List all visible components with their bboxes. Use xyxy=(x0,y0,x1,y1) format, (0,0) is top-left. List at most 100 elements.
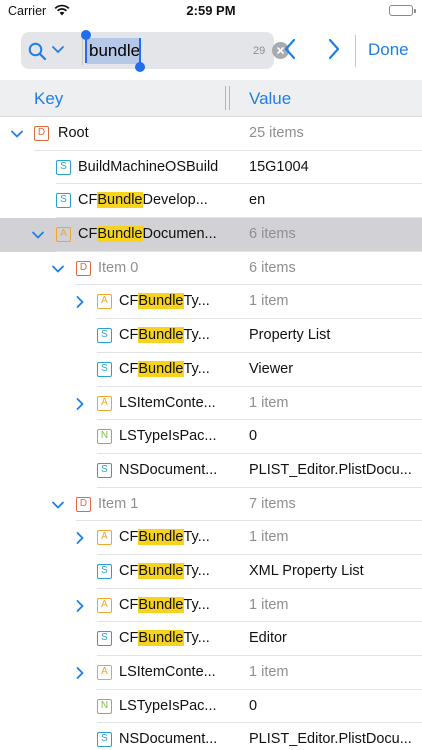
key-text: Item 1 xyxy=(98,495,139,512)
tree-row[interactable]: A CFBundleTy... 1 item xyxy=(0,521,422,555)
key-column-header[interactable]: Key xyxy=(34,89,63,109)
tree-row[interactable]: A CFBundleTy... 1 item xyxy=(0,589,422,623)
row-value: Viewer xyxy=(249,360,294,377)
match-count: 29 xyxy=(253,45,266,57)
row-value: 15G1004 xyxy=(249,158,309,175)
string-type-icon: S xyxy=(97,361,112,377)
tree-row[interactable]: D Item 1 7 items xyxy=(0,488,422,522)
key-text: Ty... xyxy=(183,327,210,344)
number-type-icon: N xyxy=(97,429,112,445)
key-text: Ty... xyxy=(183,529,210,546)
status-bar: Carrier 2:59 PM xyxy=(0,0,422,22)
row-value: 0 xyxy=(249,697,258,714)
row-value: 1 item xyxy=(249,664,289,680)
search-options-chevron-icon[interactable] xyxy=(51,43,65,62)
selection-handle-start[interactable] xyxy=(81,30,91,63)
column-resize-handle[interactable] xyxy=(224,86,232,110)
search-highlight: Bundle xyxy=(138,293,184,310)
search-input[interactable] xyxy=(87,38,141,64)
tree-row[interactable]: S CFBundleTy... XML Property List xyxy=(0,555,422,589)
string-type-icon: S xyxy=(97,328,112,344)
done-button[interactable]: Done xyxy=(368,40,409,60)
tree-row[interactable]: A CFBundleTy... 1 item xyxy=(0,285,422,320)
row-value: 1 item xyxy=(249,394,289,411)
search-field-divider xyxy=(82,36,83,65)
tree-row[interactable]: N LSTypeIsPac... 0 xyxy=(0,690,422,724)
row-value: 6 items xyxy=(249,259,296,276)
row-key: Item 0 xyxy=(98,260,138,276)
array-type-icon: A xyxy=(56,227,71,243)
tree-row[interactable]: D Root 25 items xyxy=(0,117,422,151)
key-text: BuildMachineOSBuild xyxy=(78,158,219,175)
row-value: 0 xyxy=(249,428,258,445)
tree-row[interactable]: A LSItemConte... 1 item xyxy=(0,387,422,421)
row-value: 1 item xyxy=(249,529,289,546)
tree-row[interactable]: A CFBundleDocumen... 6 items xyxy=(0,218,422,252)
row-key: LSItemConte... xyxy=(119,395,216,411)
key-text: Documen... xyxy=(142,226,217,243)
disclosure-chevron-right-icon[interactable] xyxy=(73,531,87,545)
search-highlight: Bundle xyxy=(138,327,184,344)
row-key: CFBundleDevelop... xyxy=(78,192,208,209)
key-text: LSItemConte... xyxy=(119,394,216,411)
tree-row[interactable]: S NSDocument... PLIST_Editor.PlistDocu... xyxy=(0,723,422,750)
row-key: CFBundleTy... xyxy=(119,630,210,647)
value-column-header[interactable]: Value xyxy=(249,89,291,109)
tree-row[interactable]: N LSTypeIsPac... 0 xyxy=(0,420,422,454)
row-value: 1 item xyxy=(249,293,289,310)
row-value: Property List xyxy=(249,327,331,344)
number-type-icon: N xyxy=(97,698,112,714)
search-highlight: Bundle xyxy=(138,630,184,647)
search-highlight: Bundle xyxy=(138,529,184,546)
tree-row[interactable]: S CFBundleTy... Property List xyxy=(0,319,422,353)
disclosure-chevron-right-icon[interactable] xyxy=(73,397,87,411)
key-text: Ty... xyxy=(183,596,210,613)
key-text: NSDocument... xyxy=(119,461,218,478)
toolbar-divider xyxy=(355,35,356,67)
dictionary-type-icon: D xyxy=(76,496,91,512)
disclosure-chevron-right-icon[interactable] xyxy=(73,666,87,680)
key-text: LSTypeIsPac... xyxy=(119,697,217,714)
row-value: Editor xyxy=(249,630,287,647)
row-key: Item 1 xyxy=(98,496,138,512)
string-type-icon: S xyxy=(97,732,112,748)
row-value: PLIST_Editor.PlistDocu... xyxy=(249,461,412,478)
tree-row[interactable]: S CFBundleTy... Viewer xyxy=(0,353,422,387)
next-match-chevron-right-icon[interactable] xyxy=(327,38,341,65)
disclosure-chevron-down-icon[interactable] xyxy=(10,127,24,141)
key-text: CF xyxy=(119,596,139,613)
disclosure-chevron-right-icon[interactable] xyxy=(73,599,87,613)
string-type-icon: S xyxy=(56,159,71,175)
search-highlight: Bundle xyxy=(97,192,143,209)
string-type-icon: S xyxy=(97,563,112,579)
disclosure-chevron-down-icon[interactable] xyxy=(31,228,45,242)
key-text: LSTypeIsPac... xyxy=(119,428,217,445)
key-text: Ty... xyxy=(183,630,210,647)
tree-row[interactable]: S CFBundleDevelop... en xyxy=(0,184,422,219)
disclosure-chevron-down-icon[interactable] xyxy=(51,498,65,512)
key-text: Ty... xyxy=(183,360,210,377)
battery-tip xyxy=(414,9,416,13)
previous-match-chevron-left-icon[interactable] xyxy=(283,38,297,65)
row-key: NSDocument... xyxy=(119,731,217,747)
key-text: Develop... xyxy=(142,192,208,209)
plist-tree: D Root 25 items S BuildMachineOSBuild 15G1004… xyxy=(0,117,422,750)
array-type-icon: A xyxy=(97,597,112,613)
tree-row[interactable]: D Item 0 6 items xyxy=(0,252,422,286)
row-key: LSTypeIsPac... xyxy=(119,428,217,444)
tree-row[interactable]: S BuildMachineOSBuild 15G1004 xyxy=(0,151,422,185)
search-highlight: Bundle xyxy=(97,226,143,243)
row-key: Root xyxy=(58,125,89,141)
tree-row[interactable]: A LSItemConte... 1 item xyxy=(0,656,422,690)
row-value: 25 items xyxy=(249,125,304,141)
disclosure-chevron-right-icon[interactable] xyxy=(73,295,87,309)
disclosure-chevron-down-icon[interactable] xyxy=(51,262,65,276)
search-field[interactable]: 29 xyxy=(21,30,289,72)
row-key: CFBundleDocumen... xyxy=(78,226,217,243)
tree-row[interactable]: S NSDocument... PLIST_Editor.PlistDocu... xyxy=(0,454,422,488)
tree-row[interactable]: S CFBundleTy... Editor xyxy=(0,622,422,656)
key-text: NSDocument... xyxy=(119,731,218,748)
search-icon[interactable] xyxy=(28,42,48,65)
array-type-icon: A xyxy=(97,395,112,411)
selection-handle-end[interactable] xyxy=(135,38,145,72)
